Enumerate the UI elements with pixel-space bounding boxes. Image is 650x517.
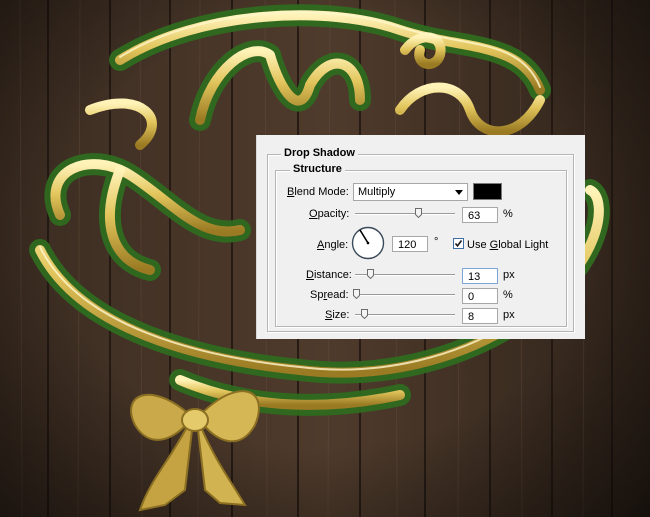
opacity-label: Opacity: [309,208,350,220]
blend-mode-select[interactable]: Multiply [353,183,468,201]
distance-label: Distance: [306,269,352,281]
size-slider-thumb[interactable] [361,309,368,319]
structure-title: Structure [290,163,345,175]
use-global-light-label[interactable]: Use Global Light [467,239,548,251]
opacity-input[interactable]: 63 [462,207,498,223]
opacity-slider-track[interactable] [355,213,455,215]
drop-shadow-panel: Drop Shadow Structure Blend Mode: Multip… [256,135,585,339]
checkmark-icon [454,240,463,248]
blend-mode-value: Multiply [358,186,396,198]
distance-input[interactable]: 13 [462,268,498,284]
opacity-unit: % [503,208,513,220]
angle-input[interactable]: 120 [392,236,428,252]
spread-label: Spread: [310,289,349,301]
spread-input[interactable]: 0 [462,288,498,304]
distance-unit: px [503,269,515,281]
angle-label: Angle: [317,239,349,251]
spread-slider-track[interactable] [355,294,455,296]
drop-shadow-title: Drop Shadow [281,147,358,159]
spread-unit: % [503,289,513,301]
spread-slider-thumb[interactable] [353,289,360,299]
chevron-down-icon [455,190,463,195]
size-slider-track[interactable] [355,314,455,316]
blend-mode-label: Blend Mode: [287,186,349,198]
shadow-color-swatch[interactable] [473,183,502,200]
angle-dial[interactable] [351,226,385,260]
use-global-light-checkbox[interactable] [453,238,464,249]
size-input[interactable]: 8 [462,308,498,324]
size-label: Size: [325,309,350,321]
degree-unit: ° [434,236,439,248]
size-unit: px [503,309,515,321]
distance-slider-thumb[interactable] [367,269,374,279]
opacity-slider-thumb[interactable] [415,208,422,218]
